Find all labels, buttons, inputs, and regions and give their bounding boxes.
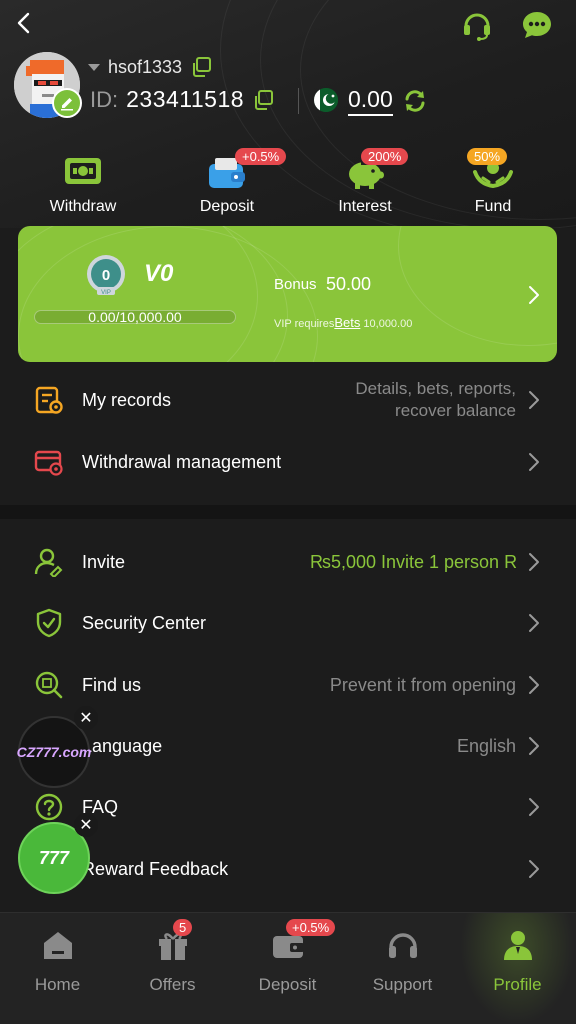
copy-id-icon[interactable]: [252, 89, 274, 111]
deposit-bonus-badge: +0.5%: [235, 148, 287, 165]
home-icon: [44, 932, 72, 959]
menu-security-center[interactable]: Security Center: [0, 593, 576, 653]
quick-deposit[interactable]: +0.5% Deposit: [172, 148, 287, 216]
copy-icon[interactable]: [190, 56, 212, 78]
vip-progress-text: 0.00/10,000.00: [88, 309, 182, 325]
quick-fund[interactable]: 50% Fund: [438, 148, 548, 216]
username-row: hsof1333: [88, 56, 212, 78]
wallet-balance[interactable]: 0.00: [348, 86, 393, 116]
menu-language-hint: English: [456, 735, 516, 756]
menu-invite-hint: ₨5,000 Invite 1 person R: [310, 551, 516, 572]
invite-user-icon: [34, 548, 63, 577]
chevron-right-icon: [529, 453, 539, 471]
profile-header: hsof1333 ID: 233411518 0.00 Withdraw +0.…: [0, 0, 576, 228]
divider: [298, 88, 299, 114]
nav-offers[interactable]: 5 Offers: [115, 913, 230, 1024]
user-id-label: ID:: [90, 86, 119, 112]
bottom-navigation: Home 5 Offers +0.5% Deposit Support Prof…: [0, 912, 576, 1024]
refresh-icon[interactable]: [402, 88, 428, 114]
menu-language-label: Language: [82, 735, 163, 756]
vip-bonus-value: 50.00: [326, 274, 372, 294]
nav-home-label: Home: [34, 975, 81, 994]
pakistan-flag-icon: [314, 88, 338, 112]
chevron-right-icon: [529, 676, 539, 694]
user-id-value: 233411518: [126, 86, 245, 112]
nav-support-label: Support: [372, 975, 433, 994]
vip-level: V0: [144, 260, 174, 287]
nav-home[interactable]: Home: [0, 913, 115, 1024]
interest-bonus-badge: 200%: [361, 148, 409, 165]
quick-withdraw-label: Withdraw: [49, 198, 117, 215]
pencil-icon: [61, 98, 73, 111]
vip-requirement-prefix: VIP requires: [274, 318, 335, 330]
shield-check-icon: [36, 608, 62, 638]
withdrawal-card-icon: [34, 450, 63, 476]
section-divider: [0, 505, 576, 519]
nav-offers-label: Offers: [149, 975, 196, 994]
username: hsof1333: [108, 56, 183, 77]
vip-bets-link[interactable]: Bets: [334, 315, 360, 330]
user-profile-icon: [504, 931, 532, 960]
back-arrow-icon[interactable]: [10, 8, 38, 38]
vip-requirement: VIP requiresBets 10,000.00: [274, 315, 412, 330]
records-hint-line2: recover balance: [395, 401, 516, 420]
headphones-icon: [389, 933, 417, 958]
menu-withdrawal-label: Withdrawal management: [82, 451, 282, 472]
chevron-right-icon: [529, 286, 539, 304]
vip-medal-caption: VIP: [101, 290, 111, 296]
menu-my-records-label: My records: [82, 389, 172, 410]
quick-fund-label: Fund: [474, 198, 512, 215]
nav-support[interactable]: Support: [345, 913, 460, 1024]
nav-deposit-label: Deposit: [258, 975, 317, 994]
vip-medal-level: 0: [102, 267, 110, 284]
chat-message-icon[interactable]: [520, 8, 554, 42]
find-search-icon: [35, 671, 63, 699]
menu-my-records[interactable]: My records Details, bets, reports, recov…: [0, 370, 576, 430]
avatar-edit-button[interactable]: [52, 88, 82, 118]
chevron-right-icon: [529, 860, 539, 878]
quick-deposit-label: Deposit: [199, 198, 255, 215]
vip-medal-icon: 0 VIP: [87, 255, 125, 296]
chevron-right-icon: [529, 614, 539, 632]
close-floating-cz777-button[interactable]: ✕: [74, 706, 98, 730]
nav-deposit[interactable]: +0.5% Deposit: [230, 913, 345, 1024]
headset-support-icon[interactable]: [460, 8, 494, 42]
menu-reward-label: Reward Feedback: [82, 858, 229, 879]
menu-find-us-label: Find us: [82, 674, 142, 695]
menu-invite-label: Invite: [82, 551, 126, 572]
quick-interest-label: Interest: [338, 198, 392, 215]
records-icon: [35, 386, 63, 414]
nav-profile-label: Profile: [493, 975, 542, 994]
question-circle-icon: [35, 793, 63, 821]
chevron-right-icon: [529, 391, 539, 409]
nav-profile[interactable]: Profile: [460, 913, 575, 1024]
menu-find-us-hint: Prevent it from opening: [329, 674, 516, 695]
menu-my-records-hint: Details, bets, reports, recover balance: [355, 378, 516, 422]
777-logo: 777: [38, 847, 70, 868]
withdraw-icon: [65, 158, 101, 184]
offers-count-badge: 5: [173, 919, 193, 936]
menu-withdrawal-management[interactable]: Withdrawal management: [0, 432, 576, 492]
user-id-row: ID: 233411518: [90, 86, 274, 113]
deposit-nav-badge: +0.5%: [286, 919, 336, 936]
quick-interest[interactable]: 200% Interest: [310, 148, 420, 216]
menu-security-label: Security Center: [82, 612, 207, 633]
caret-down-icon[interactable]: [88, 63, 100, 71]
chevron-right-icon: [529, 553, 539, 571]
records-hint-line1: Details, bets, reports,: [355, 379, 516, 398]
quick-withdraw[interactable]: Withdraw: [28, 150, 138, 216]
close-floating-777-button[interactable]: ✕: [74, 813, 98, 837]
menu-invite[interactable]: Invite ₨5,000 Invite 1 person R: [0, 532, 576, 592]
cz777-logo: CZ777.com: [16, 744, 92, 760]
vip-requirement-amount: 10,000.00: [363, 318, 413, 330]
chevron-right-icon: [529, 737, 539, 755]
fund-bonus-badge: 50%: [467, 148, 508, 165]
vip-bonus-label: Bonus: [274, 276, 317, 293]
vip-card[interactable]: 0 VIP V0 0.00/10,000.00 Bonus 50.00 VIP …: [18, 226, 557, 362]
chevron-right-icon: [529, 798, 539, 816]
